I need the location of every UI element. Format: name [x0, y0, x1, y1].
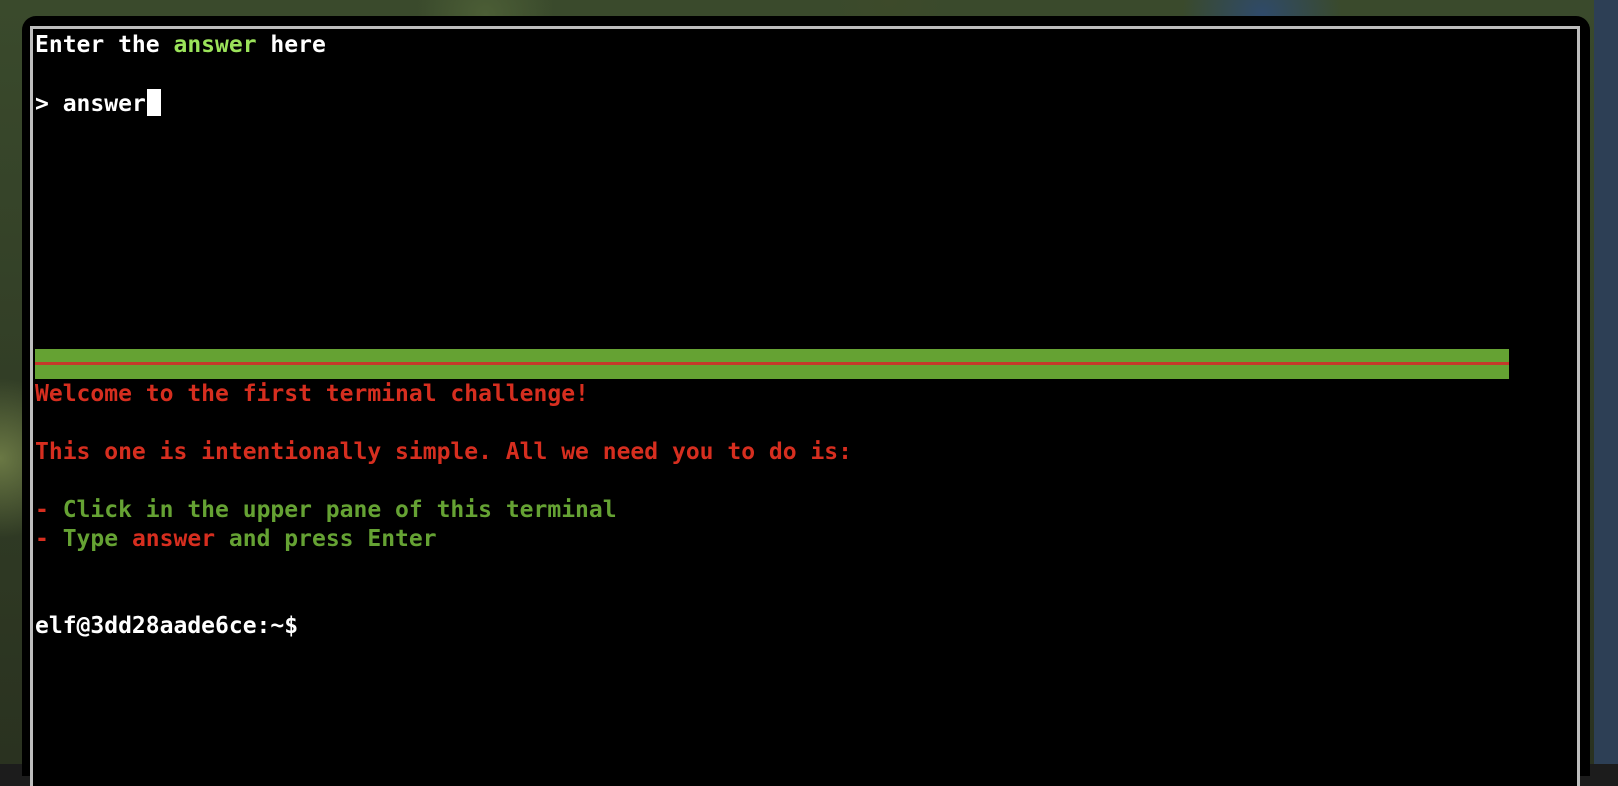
instruction-suffix: here	[256, 32, 326, 58]
step-dash: -	[35, 497, 63, 523]
step-item: - Type answer and press Enter	[35, 525, 437, 554]
background-edge	[1594, 0, 1618, 764]
step-dash: -	[35, 526, 63, 552]
intro-message: This one is intentionally simple. All we…	[35, 439, 852, 465]
upper-pane-input-line[interactable]: > answer	[35, 89, 161, 119]
step-text-pre: Type	[62, 526, 132, 552]
welcome-message: Welcome to the first terminal challenge!	[35, 381, 589, 407]
upper-pane-instruction: Enter the answer here	[35, 31, 326, 60]
shell-prompt: elf@3dd28aade6ce:~$	[35, 613, 299, 639]
instruction-keyword: answer	[173, 32, 257, 58]
text-cursor	[146, 89, 161, 116]
pane-divider[interactable]	[35, 349, 1509, 379]
input-marker: >	[35, 91, 63, 117]
instruction-prefix: Enter the	[35, 32, 174, 58]
step-text: Click in the upper pane of this terminal	[62, 497, 617, 523]
step-item: - Click in the upper pane of this termin…	[35, 496, 617, 525]
terminal-screen[interactable]: Enter the answer here > answer Welcome t…	[30, 26, 1580, 786]
step-keyword: answer	[131, 526, 216, 552]
pane-divider-line	[35, 362, 1509, 365]
step-text-post: and press Enter	[215, 526, 437, 552]
answer-input[interactable]: answer	[63, 91, 146, 117]
terminal-window: Enter the answer here > answer Welcome t…	[22, 16, 1590, 786]
